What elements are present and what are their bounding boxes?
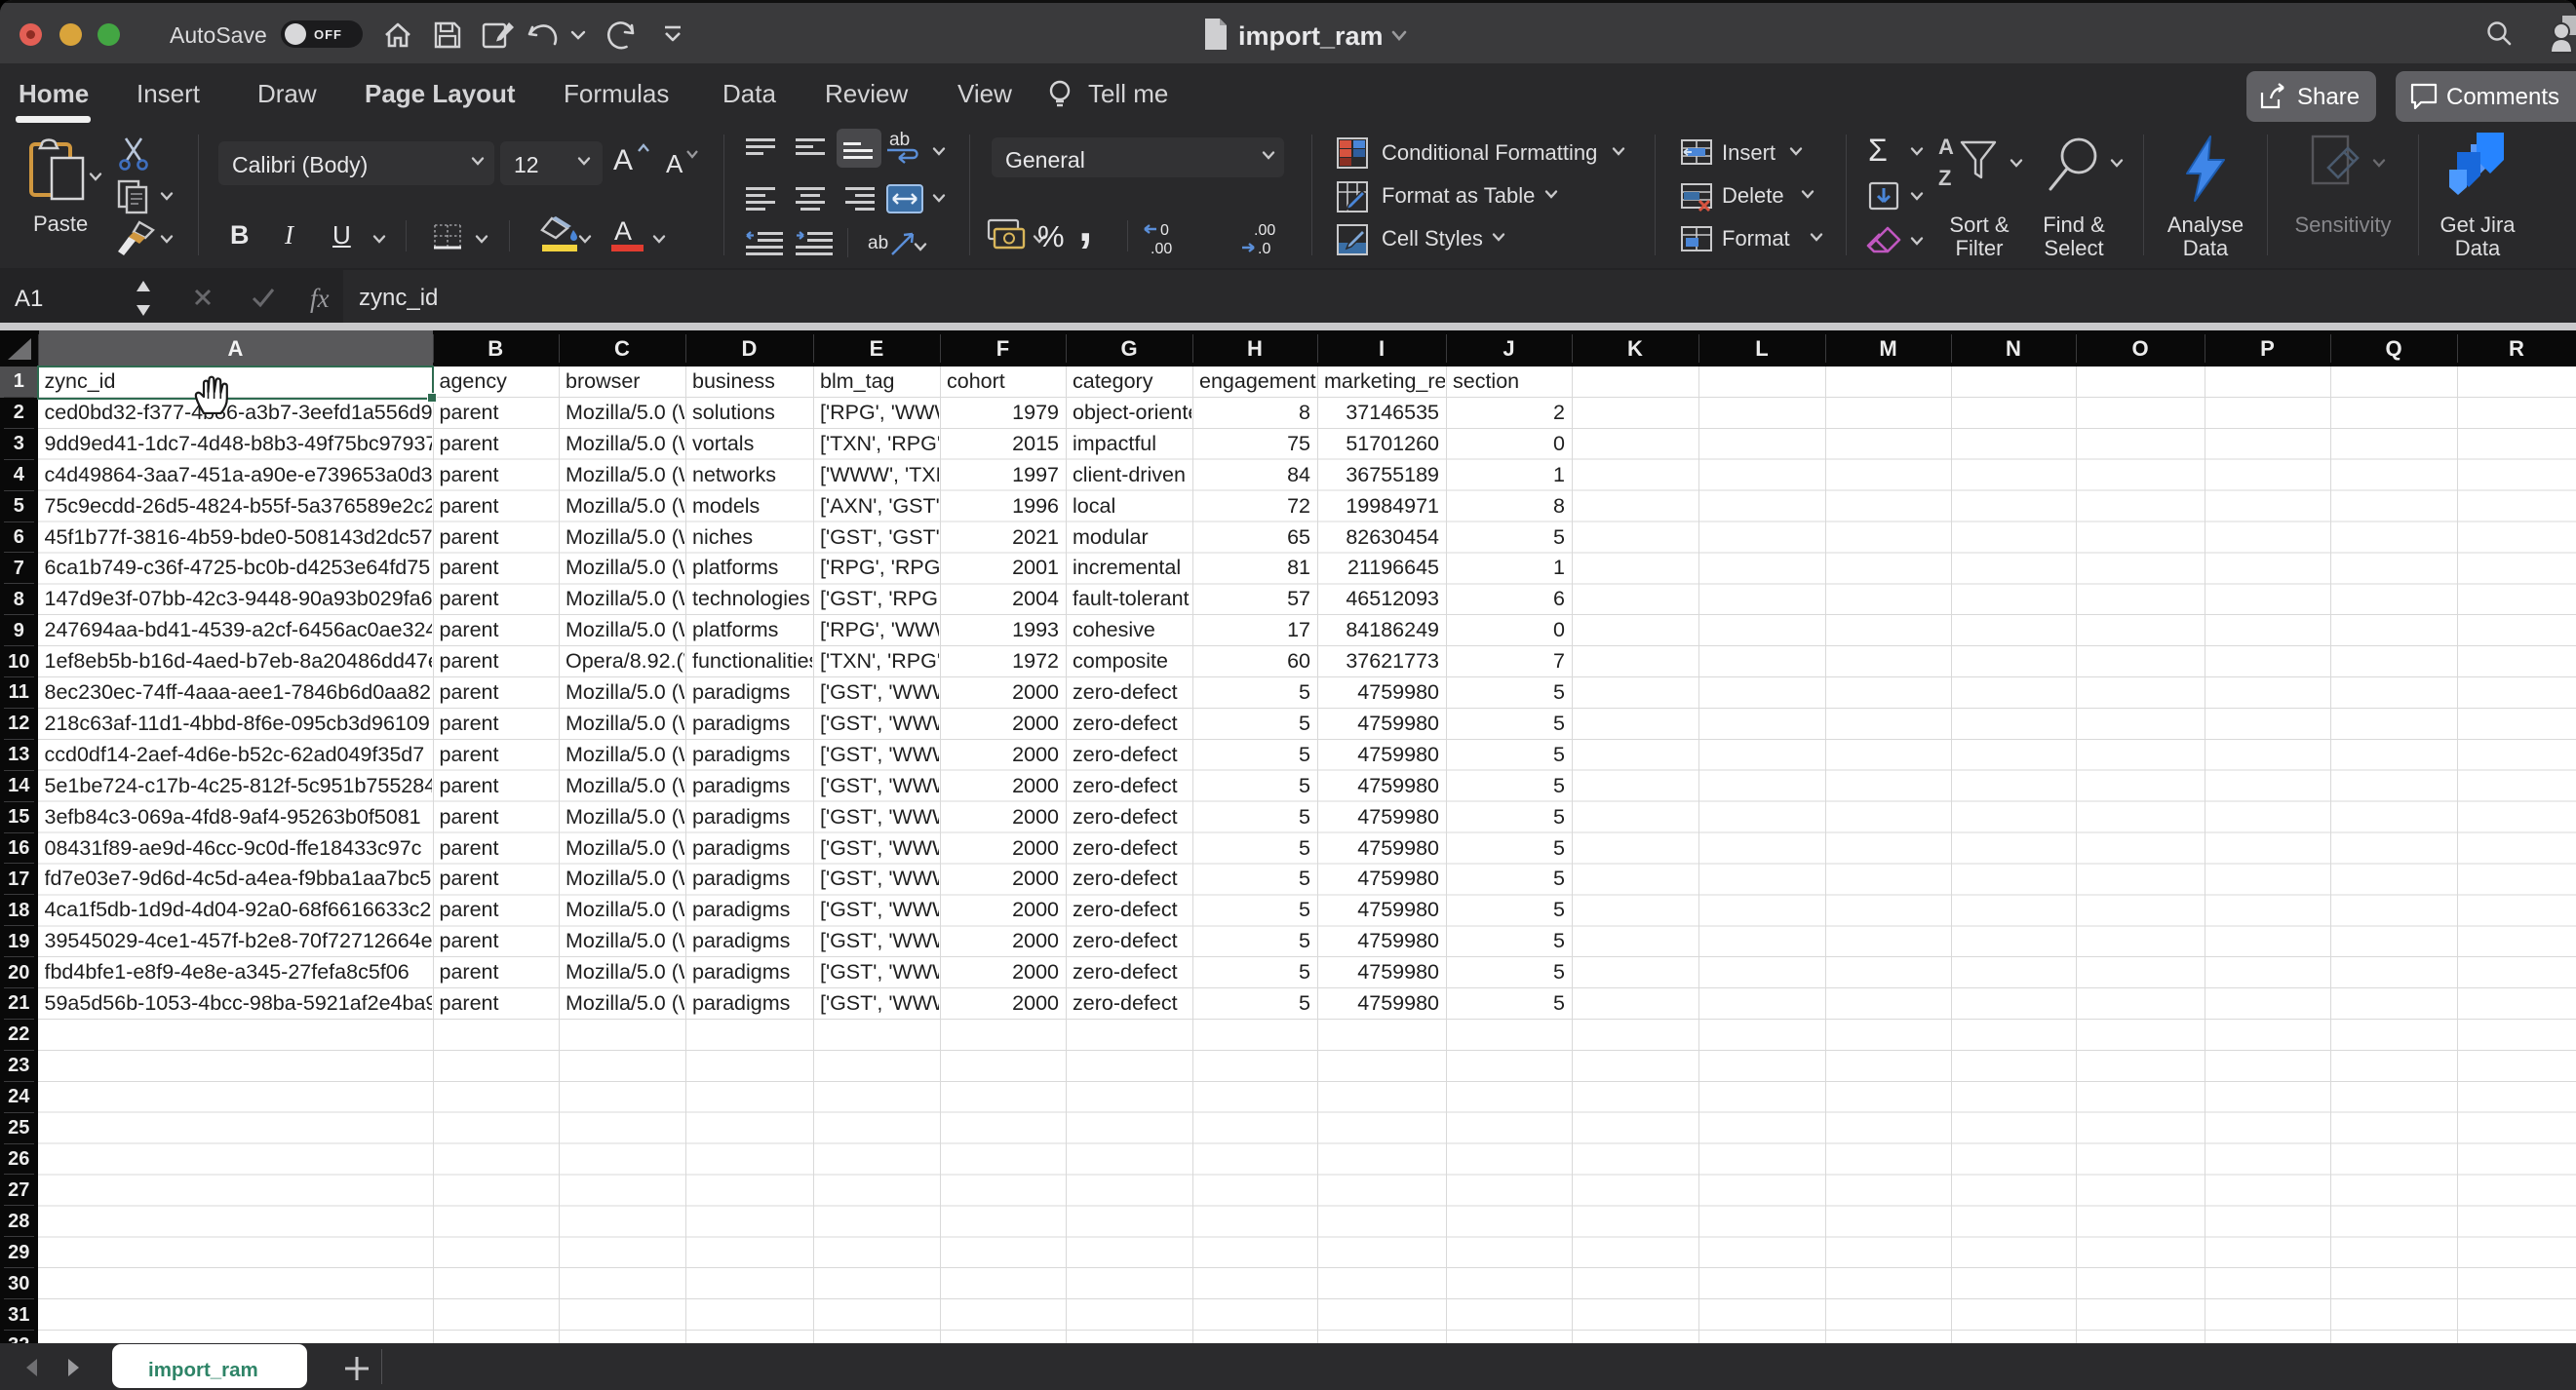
svg-text:0: 0 xyxy=(1160,222,1169,239)
svg-text:.00: .00 xyxy=(1151,241,1172,255)
svg-text:Z: Z xyxy=(1938,166,1951,190)
svg-text:.0: .0 xyxy=(1258,241,1270,255)
svg-text:.00: .00 xyxy=(1254,222,1275,239)
svg-text:A: A xyxy=(1938,135,1954,159)
